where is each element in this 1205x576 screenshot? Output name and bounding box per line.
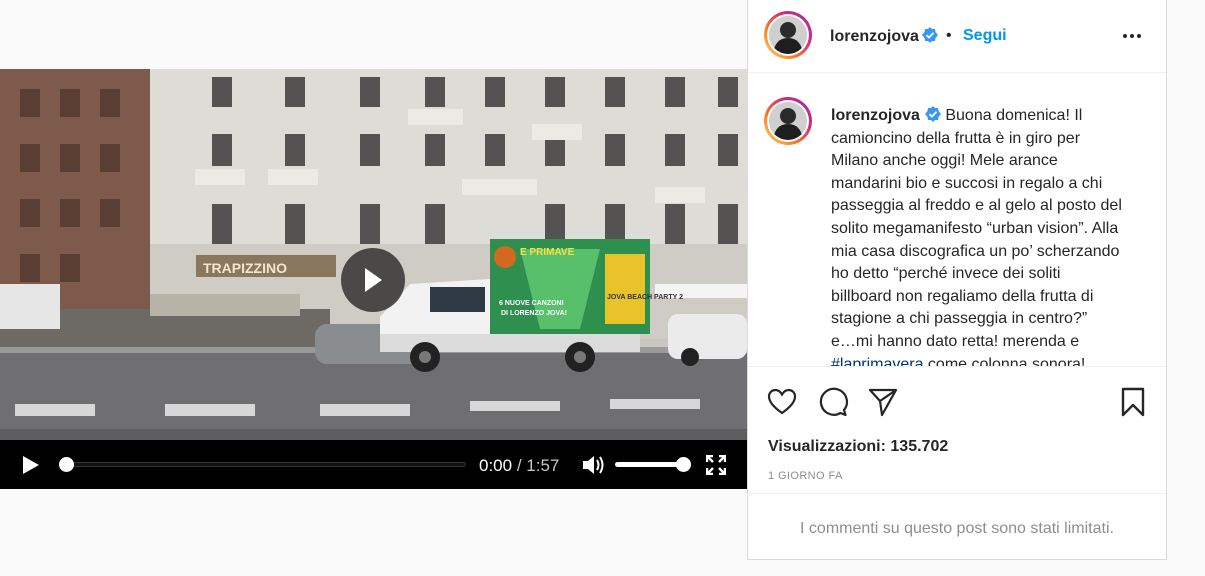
follow-button[interactable]: Segui — [963, 27, 1007, 45]
video-time-separator: / — [512, 456, 527, 475]
caption-line: ho detto “perché invece dei soliti — [831, 265, 1061, 283]
avatar[interactable] — [764, 11, 812, 59]
truck-text-1: E PRIMAVE — [520, 247, 575, 258]
header-separator: • — [946, 27, 952, 44]
username-text: lorenzojova — [830, 28, 919, 45]
caption-hashtag-link[interactable]: #laprimavera — [831, 356, 923, 366]
bookmark-icon[interactable] — [1117, 386, 1149, 418]
video-progress-bar[interactable] — [66, 462, 466, 467]
video-play-overlay-button[interactable] — [341, 248, 405, 312]
caption-line: Milano anche oggi! Mele arance — [831, 152, 1058, 170]
shop-sign-text: TRAPIZZINO — [203, 260, 287, 276]
verified-badge-icon — [924, 106, 941, 122]
comments-limited-notice: I commenti su questo post sono stati lim… — [800, 520, 1114, 537]
caption-line: stagione a chi passeggia in centro?” — [831, 310, 1088, 328]
post-actions-bar — [748, 382, 1166, 422]
volume-icon[interactable] — [581, 454, 605, 476]
video-controls-bar: 0:00 / 1:57 — [0, 440, 747, 489]
caption-line: mia casa discografica un po’ scherzando — [831, 242, 1120, 260]
volume-slider[interactable] — [615, 462, 683, 467]
truck-text-2: 6 NUOVE CANZONI — [499, 300, 564, 307]
caption-line: camioncino della frutta è in giro per — [831, 129, 1081, 147]
profile-photo — [769, 16, 807, 54]
video-duration: 1:57 — [526, 456, 560, 475]
verified-badge-icon — [921, 27, 938, 43]
post-date[interactable]: 1 GIORNO FA — [768, 470, 843, 482]
heart-icon[interactable] — [766, 386, 798, 418]
video-current-time: 0:00 — [479, 456, 513, 475]
post-caption: lorenzojova Buona domenica! Il camioncin… — [831, 105, 1155, 367]
caption-line: come colonna sonora! — [923, 355, 1086, 367]
truck-text-3: DI LORENZO JOVA! — [501, 310, 567, 317]
caption-line: solito megamanifesto “urban vision”. All… — [831, 219, 1119, 237]
views-count[interactable]: Visualizzazioni: 135.702 — [768, 438, 948, 456]
video-time-display: 0:00 / 1:57 — [479, 456, 559, 476]
username-link[interactable]: lorenzojova — [830, 27, 938, 46]
profile-photo — [769, 102, 807, 140]
caption-username[interactable]: lorenzojova — [831, 107, 920, 124]
more-icon[interactable] — [1120, 24, 1144, 48]
divider — [748, 493, 1166, 494]
caption-line: passeggia al freddo e al gelo al posto d… — [831, 197, 1122, 215]
caption-line: mandarini bio e succosi in regalo a chi — [831, 174, 1103, 192]
post-caption-area: lorenzojova Buona domenica! Il camioncin… — [748, 74, 1166, 367]
fullscreen-icon[interactable] — [706, 455, 726, 475]
video-player[interactable]: TRAPIZZINO E PRIMAVE 6 NUOVE CANZONI DI … — [0, 69, 747, 489]
post-header: lorenzojova • Segui — [748, 0, 1166, 73]
play-icon — [365, 268, 382, 292]
share-icon[interactable] — [867, 386, 899, 418]
comment-icon[interactable] — [817, 386, 849, 418]
caption-line: billboard non regaliamo della frutta di — [831, 287, 1094, 305]
caption-line: e…mi hanno dato retta! merenda e — [831, 332, 1080, 350]
truck-text-4: JOVA BEACH PARTY 2 — [607, 294, 683, 301]
video-progress-handle[interactable] — [59, 457, 74, 472]
volume-slider-handle[interactable] — [676, 457, 691, 472]
post-side-panel: lorenzojova • Segui lorenzojova Buona do… — [747, 0, 1167, 560]
avatar[interactable] — [764, 97, 812, 145]
play-icon[interactable] — [20, 455, 42, 475]
caption-line: Buona domenica! Il — [945, 107, 1083, 124]
post-media-area: TRAPIZZINO E PRIMAVE 6 NUOVE CANZONI DI … — [0, 0, 747, 576]
